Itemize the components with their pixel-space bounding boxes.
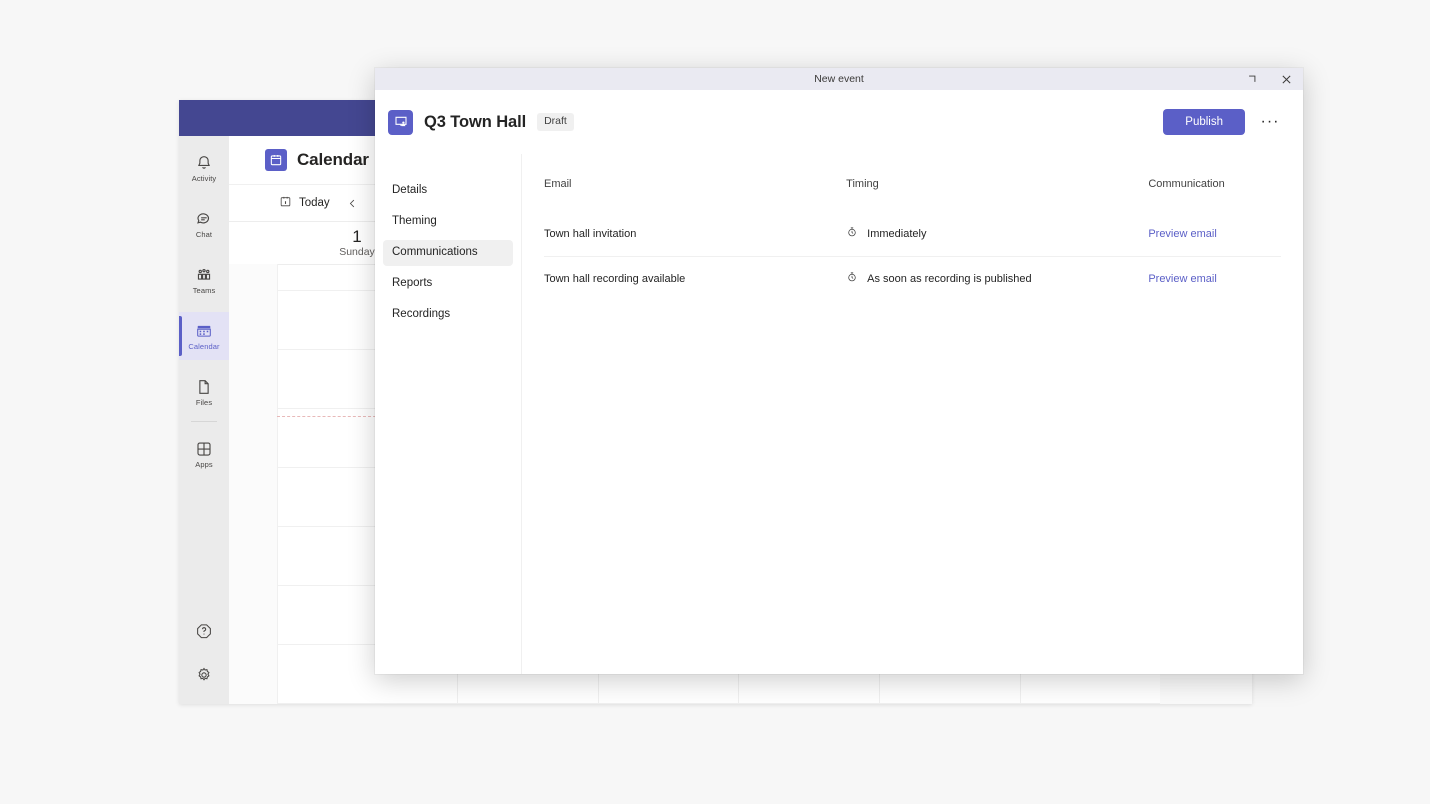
nav-item-label: Recordings	[392, 308, 451, 320]
hour-divider	[277, 703, 1252, 704]
rail-bottom-group	[179, 606, 229, 694]
chat-icon	[195, 210, 213, 228]
settings-button[interactable]	[179, 656, 229, 694]
restore-button[interactable]	[1235, 68, 1269, 90]
clock-icon	[846, 226, 858, 241]
gear-icon	[195, 666, 213, 684]
tab-theming[interactable]: Theming	[383, 209, 513, 235]
sidebar-item-label: Chat	[195, 229, 213, 239]
nav-item-label: Theming	[392, 215, 437, 227]
sidebar-item-label: Teams	[192, 285, 216, 295]
apps-icon	[195, 440, 213, 458]
table-row: Town hall invitation Immediately Preview…	[544, 212, 1281, 257]
sidebar-item-chat[interactable]: Chat	[179, 200, 229, 248]
sidebar-item-calendar[interactable]: Calendar	[179, 312, 229, 360]
cell-communication: Preview email	[1148, 212, 1281, 257]
screen: Activity Chat Teams Calendar Files Apps …	[0, 0, 1430, 804]
nav-item-label: Reports	[392, 277, 433, 289]
timing-label: As soon as recording is published	[867, 272, 1032, 285]
event-title: Q3 Town Hall	[424, 112, 527, 131]
preview-email-link[interactable]: Preview email	[1148, 228, 1216, 240]
page-title: Calendar	[297, 150, 369, 169]
cell-timing: As soon as recording is published	[846, 256, 1149, 301]
sidebar-item-apps[interactable]: Apps	[179, 430, 229, 478]
sidebar-item-label: Files	[195, 397, 213, 407]
communications-panel: Email Timing Communication Town hall inv…	[522, 154, 1303, 674]
dialog-header-actions: Publish ···	[1163, 109, 1281, 135]
day-number: 1	[352, 227, 362, 246]
town-hall-icon	[388, 109, 413, 135]
column-header-email: Email	[544, 178, 572, 190]
timing-label: Immediately	[867, 227, 927, 240]
sidebar-item-activity[interactable]: Activity	[179, 144, 229, 192]
tab-details[interactable]: Details	[383, 178, 513, 204]
cell-timing: Immediately	[846, 212, 1148, 257]
table-header-row: Email Timing Communication	[544, 178, 1281, 212]
nav-item-label: Communications	[392, 246, 478, 258]
nav-item-label: Details	[392, 184, 428, 196]
dialog-body: Details Theming Communications Reports R…	[375, 154, 1303, 674]
sidebar-item-label: Apps	[195, 459, 213, 469]
dialog-nav: Details Theming Communications Reports R…	[375, 154, 522, 674]
tab-reports[interactable]: Reports	[383, 271, 513, 297]
calendar-app-icon	[265, 149, 287, 171]
tab-communications[interactable]: Communications	[383, 240, 513, 266]
sidebar-item-label: Calendar	[188, 341, 220, 351]
dialog-header: Q3 Town Hall Draft Publish ···	[375, 90, 1303, 154]
teams-icon	[195, 266, 213, 284]
table-body: Town hall invitation Immediately Preview…	[544, 212, 1281, 301]
window-controls	[1235, 68, 1303, 90]
clock-icon	[846, 271, 858, 286]
rail-divider	[191, 421, 217, 422]
close-icon[interactable]	[1269, 68, 1303, 90]
preview-email-link[interactable]: Preview email	[1148, 273, 1216, 285]
tab-recordings[interactable]: Recordings	[383, 302, 513, 328]
today-label: Today	[299, 197, 330, 209]
time-gutter	[229, 264, 277, 704]
calendar-day-icon	[279, 195, 292, 211]
column-header-communication: Communication	[1148, 178, 1225, 190]
cell-communication: Preview email	[1148, 256, 1281, 301]
sidebar-item-teams[interactable]: Teams	[179, 256, 229, 304]
calendar-icon	[195, 322, 213, 340]
files-icon	[195, 378, 213, 396]
today-button[interactable]: Today	[275, 192, 334, 214]
dialog-titlebar[interactable]: New event	[375, 68, 1303, 90]
new-event-dialog: New event Q3 Town Hall Draft Publish ···…	[375, 68, 1303, 674]
communications-table: Email Timing Communication Town hall inv…	[544, 178, 1281, 301]
more-options-button[interactable]: ···	[1259, 111, 1281, 133]
column-header-timing: Timing	[846, 178, 879, 190]
dialog-window-title: New event	[814, 73, 864, 85]
publish-button[interactable]: Publish	[1163, 109, 1245, 135]
table-row: Town hall recording available As soon as…	[544, 256, 1281, 301]
status-badge: Draft	[537, 113, 574, 131]
day-name: Sunday	[339, 246, 375, 258]
help-button[interactable]	[179, 612, 229, 650]
sidebar-item-label: Activity	[191, 173, 217, 183]
cell-email: Town hall invitation	[544, 227, 637, 240]
cell-email: Town hall recording available	[544, 256, 847, 301]
help-icon	[195, 622, 213, 640]
previous-day-button[interactable]	[340, 190, 366, 216]
day-column-divider	[277, 264, 278, 704]
bell-icon	[195, 154, 213, 172]
sidebar-item-files[interactable]: Files	[179, 368, 229, 416]
table-header: Email Timing Communication	[544, 178, 1281, 212]
app-rail: Activity Chat Teams Calendar Files Apps	[179, 136, 229, 704]
